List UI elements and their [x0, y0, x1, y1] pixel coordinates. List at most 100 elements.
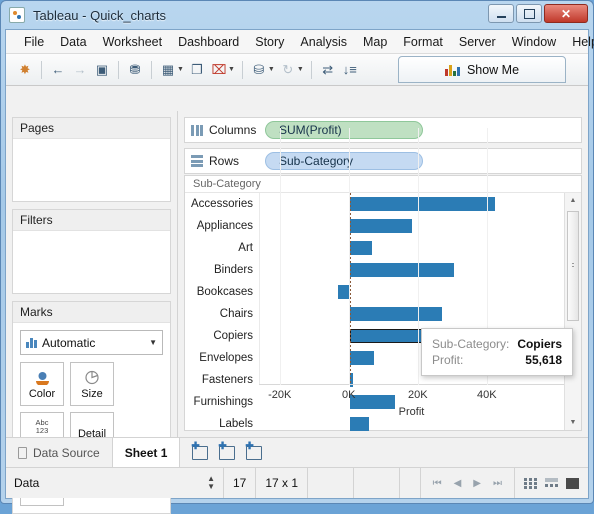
spinner-icon[interactable]: ▲▼ [207, 475, 215, 491]
bar-chairs[interactable] [350, 307, 442, 321]
columns-shelf-label: Columns [209, 123, 256, 137]
menu-story[interactable]: Story [247, 33, 292, 51]
menu-help[interactable]: Help [564, 33, 594, 51]
category-label: Accessories [185, 193, 259, 215]
sort-descending-icon[interactable]: ↓≡ [339, 59, 361, 81]
chevron-down-icon[interactable]: ▼ [177, 66, 184, 73]
bar-binders[interactable] [350, 263, 454, 277]
new-dashboard-icon[interactable]: ✚ [219, 446, 235, 460]
abc-123-icon: Abc 123 [36, 419, 49, 436]
status-selector[interactable]: Data ▲▼ [6, 468, 224, 498]
menu-worksheet[interactable]: Worksheet [95, 33, 171, 51]
bar-row [260, 303, 564, 325]
chart-tooltip: Sub-Category: Copiers Profit: 55,618 [421, 328, 573, 376]
x-axis-tick: -20K [268, 389, 291, 401]
bar-art[interactable] [350, 241, 373, 255]
pill-sub-category[interactable]: Sub-Category [265, 152, 423, 170]
nav-first-icon[interactable]: ⏮ [433, 478, 442, 489]
x-axis-tick: 20K [408, 389, 428, 401]
status-blank-1 [308, 468, 354, 498]
bar-accessories[interactable] [350, 197, 495, 211]
tooltip-row: Sub-Category: Copiers [432, 336, 562, 352]
tableau-home-icon[interactable]: ✸ [14, 59, 36, 81]
filters-card: Filters [12, 209, 171, 294]
menu-dashboard[interactable]: Dashboard [170, 33, 247, 51]
category-axis-labels: AccessoriesAppliancesArtBindersBookcases… [185, 193, 259, 384]
columns-shelf-label-group: Columns [191, 123, 265, 137]
data-connection-icon[interactable]: ⛁ [248, 59, 270, 81]
forward-icon[interactable]: → [69, 59, 91, 81]
toolbar-separator [242, 61, 243, 79]
toolbar-separator [311, 61, 312, 79]
filters-card-dropzone[interactable] [13, 231, 170, 293]
pages-card-dropzone[interactable] [13, 139, 170, 201]
scrollbar-thumb[interactable] [567, 211, 579, 321]
new-worksheet-icon[interactable]: ▦ [157, 59, 179, 81]
new-story-icon[interactable]: ✚ [246, 446, 262, 460]
menu-format[interactable]: Format [395, 33, 451, 51]
menu-map[interactable]: Map [355, 33, 395, 51]
bar-appliances[interactable] [350, 219, 413, 233]
new-worksheet-icon[interactable]: ✚ [192, 446, 208, 460]
view-area: Columns SUM(Profit) Rows Sub-Category Su… [178, 111, 588, 437]
category-label: Bookcases [185, 281, 259, 303]
half-view-icon[interactable] [545, 478, 558, 489]
nav-next-icon[interactable]: ▶ [473, 478, 481, 489]
chart-vertical-scrollbar[interactable]: ▲ ▼ [564, 193, 581, 430]
marks-color-button[interactable]: Color [20, 362, 64, 406]
sidebar: Pages Filters Marks Automatic [6, 111, 178, 437]
scroll-down-icon[interactable]: ▼ [565, 415, 581, 430]
maximize-button[interactable] [516, 4, 542, 23]
rows-shelf-label: Rows [209, 154, 239, 168]
swap-axes-icon[interactable]: ⇄ [317, 59, 339, 81]
menu-window[interactable]: Window [504, 33, 564, 51]
save-icon[interactable]: ▣ [91, 59, 113, 81]
bar-chart-icon [26, 337, 37, 348]
scroll-up-icon[interactable]: ▲ [565, 193, 581, 208]
tab-sheet-1[interactable]: Sheet 1 [113, 438, 181, 467]
tab-data-source[interactable]: Data Source [6, 438, 113, 467]
menu-server[interactable]: Server [451, 33, 504, 51]
work-area: Pages Filters Marks Automatic [6, 111, 588, 437]
menu-file[interactable]: File [16, 33, 52, 51]
show-me-button[interactable]: Show Me [398, 56, 566, 83]
duplicate-sheet-icon[interactable]: ❐ [186, 59, 208, 81]
nav-last-icon[interactable]: ⏭ [493, 478, 502, 489]
category-label: Envelopes [185, 347, 259, 369]
status-selector-value: Data [14, 476, 39, 490]
solid-view-icon[interactable] [566, 478, 579, 489]
toolbar-separator [41, 61, 42, 79]
new-data-source-icon[interactable]: ⛃ [124, 59, 146, 81]
menu-analysis[interactable]: Analysis [292, 33, 355, 51]
123-text: 123 [36, 426, 49, 435]
rows-shelf[interactable]: Rows Sub-Category [184, 148, 582, 174]
marks-size-button[interactable]: Size [70, 362, 114, 406]
chevron-down-icon[interactable]: ▼ [268, 66, 275, 73]
status-bar: Data ▲▼ 17 17 x 1 ⏮ ◀ ▶ ⏭ [6, 467, 588, 498]
minimize-button[interactable] [488, 4, 514, 23]
bar-envelopes[interactable] [350, 351, 374, 365]
x-gridline [280, 128, 281, 385]
mark-type-select[interactable]: Automatic ▼ [20, 330, 163, 355]
columns-shelf[interactable]: Columns SUM(Profit) [184, 117, 582, 143]
rows-shelf-label-group: Rows [191, 154, 265, 168]
back-icon[interactable]: ← [47, 59, 69, 81]
grid-view-icon[interactable] [524, 478, 537, 489]
marks-color-label: Color [29, 388, 55, 400]
client-area: File Data Worksheet Dashboard Story Anal… [5, 29, 589, 499]
clear-sheet-icon[interactable]: ⌧ [208, 59, 230, 81]
tooltip-value-profit: 55,618 [525, 352, 562, 368]
close-button[interactable]: ✕ [544, 4, 588, 23]
category-label: Fasteners [185, 369, 259, 391]
tableau-icon [9, 7, 25, 23]
pill-sum-profit[interactable]: SUM(Profit) [265, 121, 423, 139]
value-axis: Profit -20K0K20K40K [259, 384, 564, 430]
menu-data[interactable]: Data [52, 33, 94, 51]
menu-bar: File Data Worksheet Dashboard Story Anal… [6, 30, 588, 54]
nav-prev-icon[interactable]: ◀ [454, 478, 462, 489]
status-spacer [400, 468, 421, 498]
marks-card-title: Marks [13, 302, 170, 323]
category-label: Chairs [185, 303, 259, 325]
chevron-down-icon[interactable]: ▼ [228, 66, 235, 73]
refresh-icon[interactable]: ↻ [277, 59, 299, 81]
